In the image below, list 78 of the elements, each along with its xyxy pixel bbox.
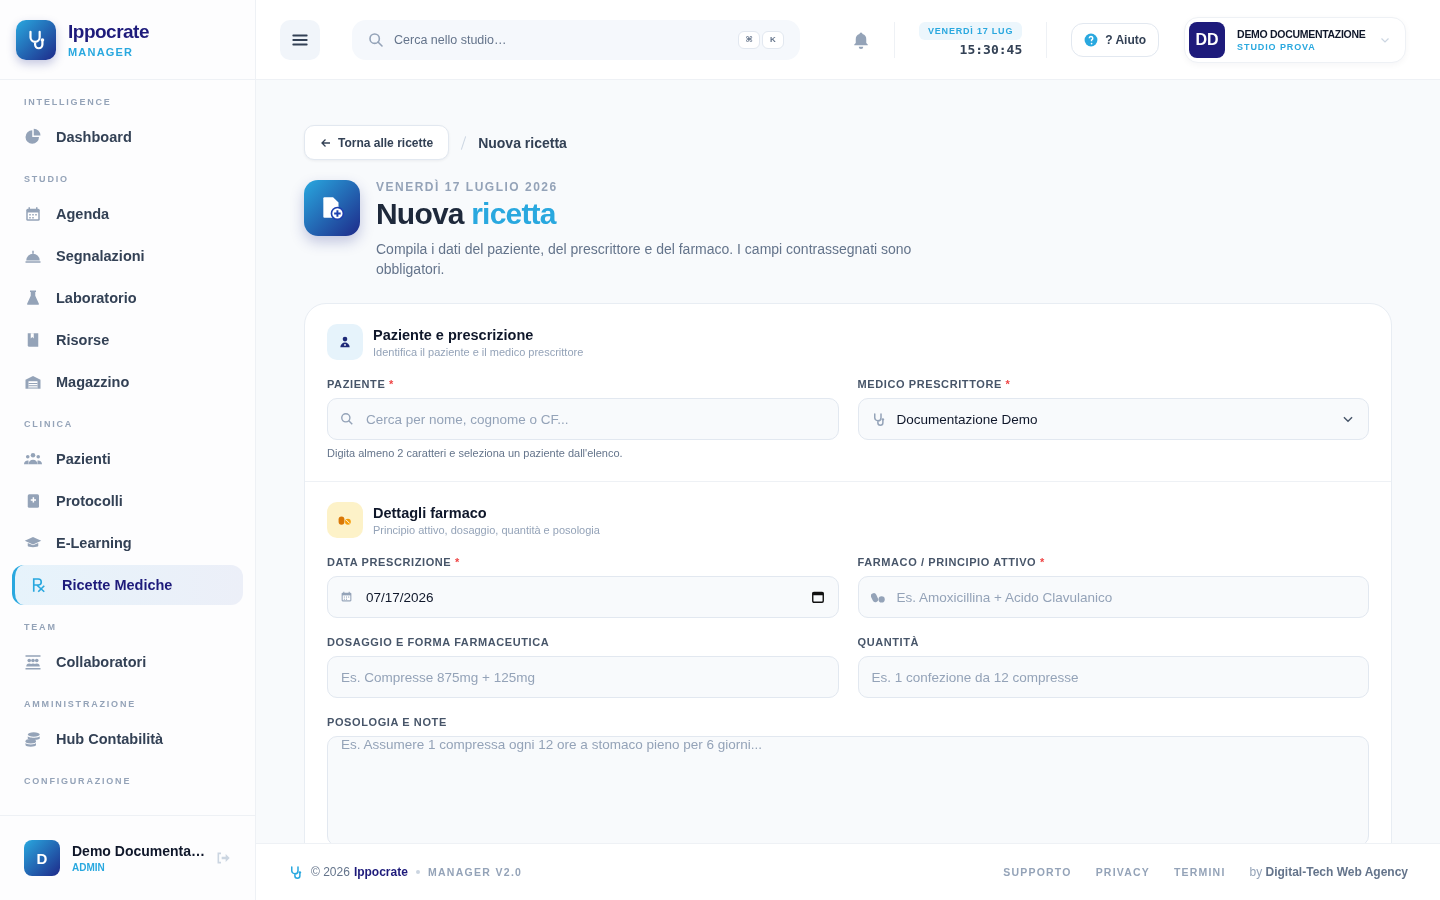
account-studio: STUDIO PROVA	[1237, 41, 1317, 52]
sidebar-item[interactable]: Pazienti	[12, 439, 243, 479]
date-badge: VENERDÌ 17 LUG	[919, 22, 1023, 40]
coins-icon	[24, 730, 42, 748]
bell-icon	[852, 30, 870, 49]
account-name: DEMO DOCUMENTAZIONE	[1237, 27, 1367, 40]
brand-subtitle: MANAGER	[68, 46, 135, 58]
help-button[interactable]: ? Aiuto	[1071, 22, 1160, 57]
prescription-icon	[30, 576, 48, 594]
sidebar-item[interactable]: Laboratorio	[12, 278, 243, 318]
warehouse-icon	[24, 373, 42, 391]
sidebar-item[interactable]: Dashboard	[12, 117, 243, 157]
account-avatar: DD	[1189, 21, 1226, 58]
breadcrumb-current: Nuova ricetta	[478, 134, 567, 151]
field-label: DOSAGGIO E FORMA FARMACEUTICA	[327, 636, 551, 648]
section-subtitle: Identifica il paziente e il medico prescrittore	[373, 345, 584, 358]
flask-icon	[24, 289, 42, 307]
field-label: FARMACO / PRINCIPIO ATTIVO *	[857, 556, 1046, 568]
section-title: Dettagli farmaco	[373, 504, 488, 521]
doctor-icon	[338, 335, 352, 349]
question-icon	[1084, 32, 1099, 47]
search-icon	[340, 412, 354, 426]
section-title: Paziente e prescrizione	[373, 326, 535, 343]
input-field[interactable]: Cerca per nome, cognome o CF...	[327, 398, 839, 440]
logout-button[interactable]	[215, 850, 231, 866]
section-heading: CONFIGURAZIONE	[23, 775, 133, 788]
select-field[interactable]: Documentazione Demo	[857, 398, 1369, 440]
brand-name: Ippocrate	[68, 21, 150, 43]
section-heading: AMMINISTRAZIONE	[23, 698, 137, 711]
sidebar-item[interactable]: Agenda	[12, 194, 243, 234]
account-menu[interactable]: DD DEMO DOCUMENTAZIONE STUDIO PROVA	[1184, 16, 1407, 63]
logout-icon	[215, 850, 231, 866]
field-hint: Digita almeno 2 caratteri e seleziona un paziente dall'elenco.	[327, 447, 624, 459]
sidebar-item[interactable]: Hub Contabilità	[12, 719, 243, 759]
field-label: QUANTITÀ	[857, 636, 921, 648]
calendar-icon	[340, 590, 353, 603]
copyright: © 2026	[311, 865, 350, 879]
field-label: PAZIENTE *	[327, 378, 395, 390]
section-heading: STUDIO	[23, 173, 70, 186]
sidebar-item[interactable]: Risorse	[12, 320, 243, 360]
page-title: Nuova ricetta	[376, 197, 558, 231]
input-field[interactable]: Es. Amoxicillina + Acido Clavulanico	[857, 576, 1369, 618]
field-label: MEDICO PRESCRITTORE *	[857, 378, 1012, 390]
pills-icon	[870, 590, 886, 605]
section-heading: CLINICA	[23, 418, 75, 431]
user-name: Demo Documenta…	[72, 843, 203, 859]
sidebar-item[interactable]: Magazzino	[12, 362, 243, 402]
arrow-left-icon	[320, 136, 332, 149]
user-avatar: D	[24, 840, 60, 876]
menu-button[interactable]	[280, 19, 320, 60]
page-description: Compila i dati del paziente, del prescrittore e del farmaco. I campi contrassegnati sono obbligatori.	[376, 240, 913, 279]
clock: 15:30:45	[959, 42, 1023, 57]
calendar-picker-icon	[810, 590, 825, 604]
section-heading: TEAM	[23, 621, 58, 634]
field-label: DATA PRESCRIZIONE *	[327, 556, 461, 568]
input-field[interactable]: Es. Compresse 875mg + 125mg	[327, 656, 839, 698]
pie-chart-icon	[24, 128, 42, 146]
input-field[interactable]: Es. 1 confezione da 12 compresse	[857, 656, 1369, 698]
input-field[interactable]: 07/17/2026	[327, 576, 839, 618]
section-heading: INTELLIGENCE	[23, 96, 113, 109]
text-area[interactable]: Es. Assumere 1 compressa ogni 12 ore a stomaco pieno per 6 giorni...	[327, 736, 1369, 843]
stethoscope-icon	[288, 864, 303, 880]
calendar-icon	[24, 205, 42, 223]
sidebar-item[interactable]: E-Learning	[12, 523, 243, 563]
sidebar-item[interactable]: Segnalazioni	[12, 236, 243, 276]
notifications-button[interactable]	[852, 30, 870, 49]
version-label: MANAGER V2.0	[427, 866, 523, 878]
sidebar-item[interactable]: Protocolli	[12, 481, 243, 521]
field-label: POSOLOGIA E NOTE	[327, 716, 448, 728]
sidebar-item[interactable]: Ricette Mediche	[12, 565, 243, 605]
footer-brand: Ippocrate	[353, 865, 408, 879]
sidebar-item[interactable]: Collaboratori	[12, 642, 243, 682]
section-subtitle: Principio attivo, dosaggio, quantità e posologia	[373, 523, 600, 536]
team-icon	[24, 653, 42, 671]
credit-text: by Digital-Tech Web Agency	[1249, 865, 1408, 879]
user-role: ADMIN	[72, 862, 106, 873]
page-date: VENERDÌ 17 LUGLIO 2026	[376, 180, 559, 194]
back-button[interactable]: Torna alle ricette	[304, 125, 450, 160]
